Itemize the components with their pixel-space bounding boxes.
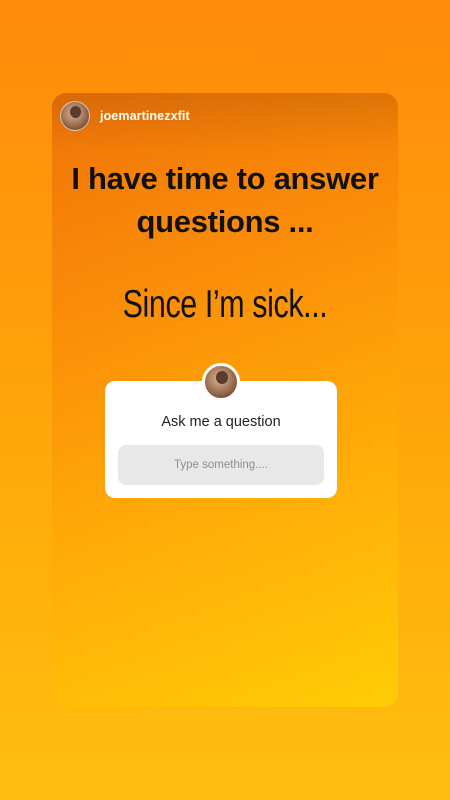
question-answer-input[interactable]: Type something.... <box>118 445 324 485</box>
story-subline: Since I’m sick... <box>122 283 328 326</box>
story-screen: { "story": { "username": "joemartinezxfi… <box>0 0 450 800</box>
story-header: joemartinezxfit <box>60 101 190 131</box>
headline-line-2: questions ... <box>136 204 314 239</box>
sticker-avatar-icon <box>202 363 240 401</box>
profile-avatar-icon[interactable] <box>60 101 90 131</box>
story-headline: I have time to answer questions ... <box>52 157 398 243</box>
story-card[interactable]: joemartinezxfit I have time to answer qu… <box>52 93 398 707</box>
username-label[interactable]: joemartinezxfit <box>100 109 190 123</box>
question-prompt: Ask me a question <box>161 414 281 430</box>
headline-line-1: I have time to answer <box>71 161 379 196</box>
